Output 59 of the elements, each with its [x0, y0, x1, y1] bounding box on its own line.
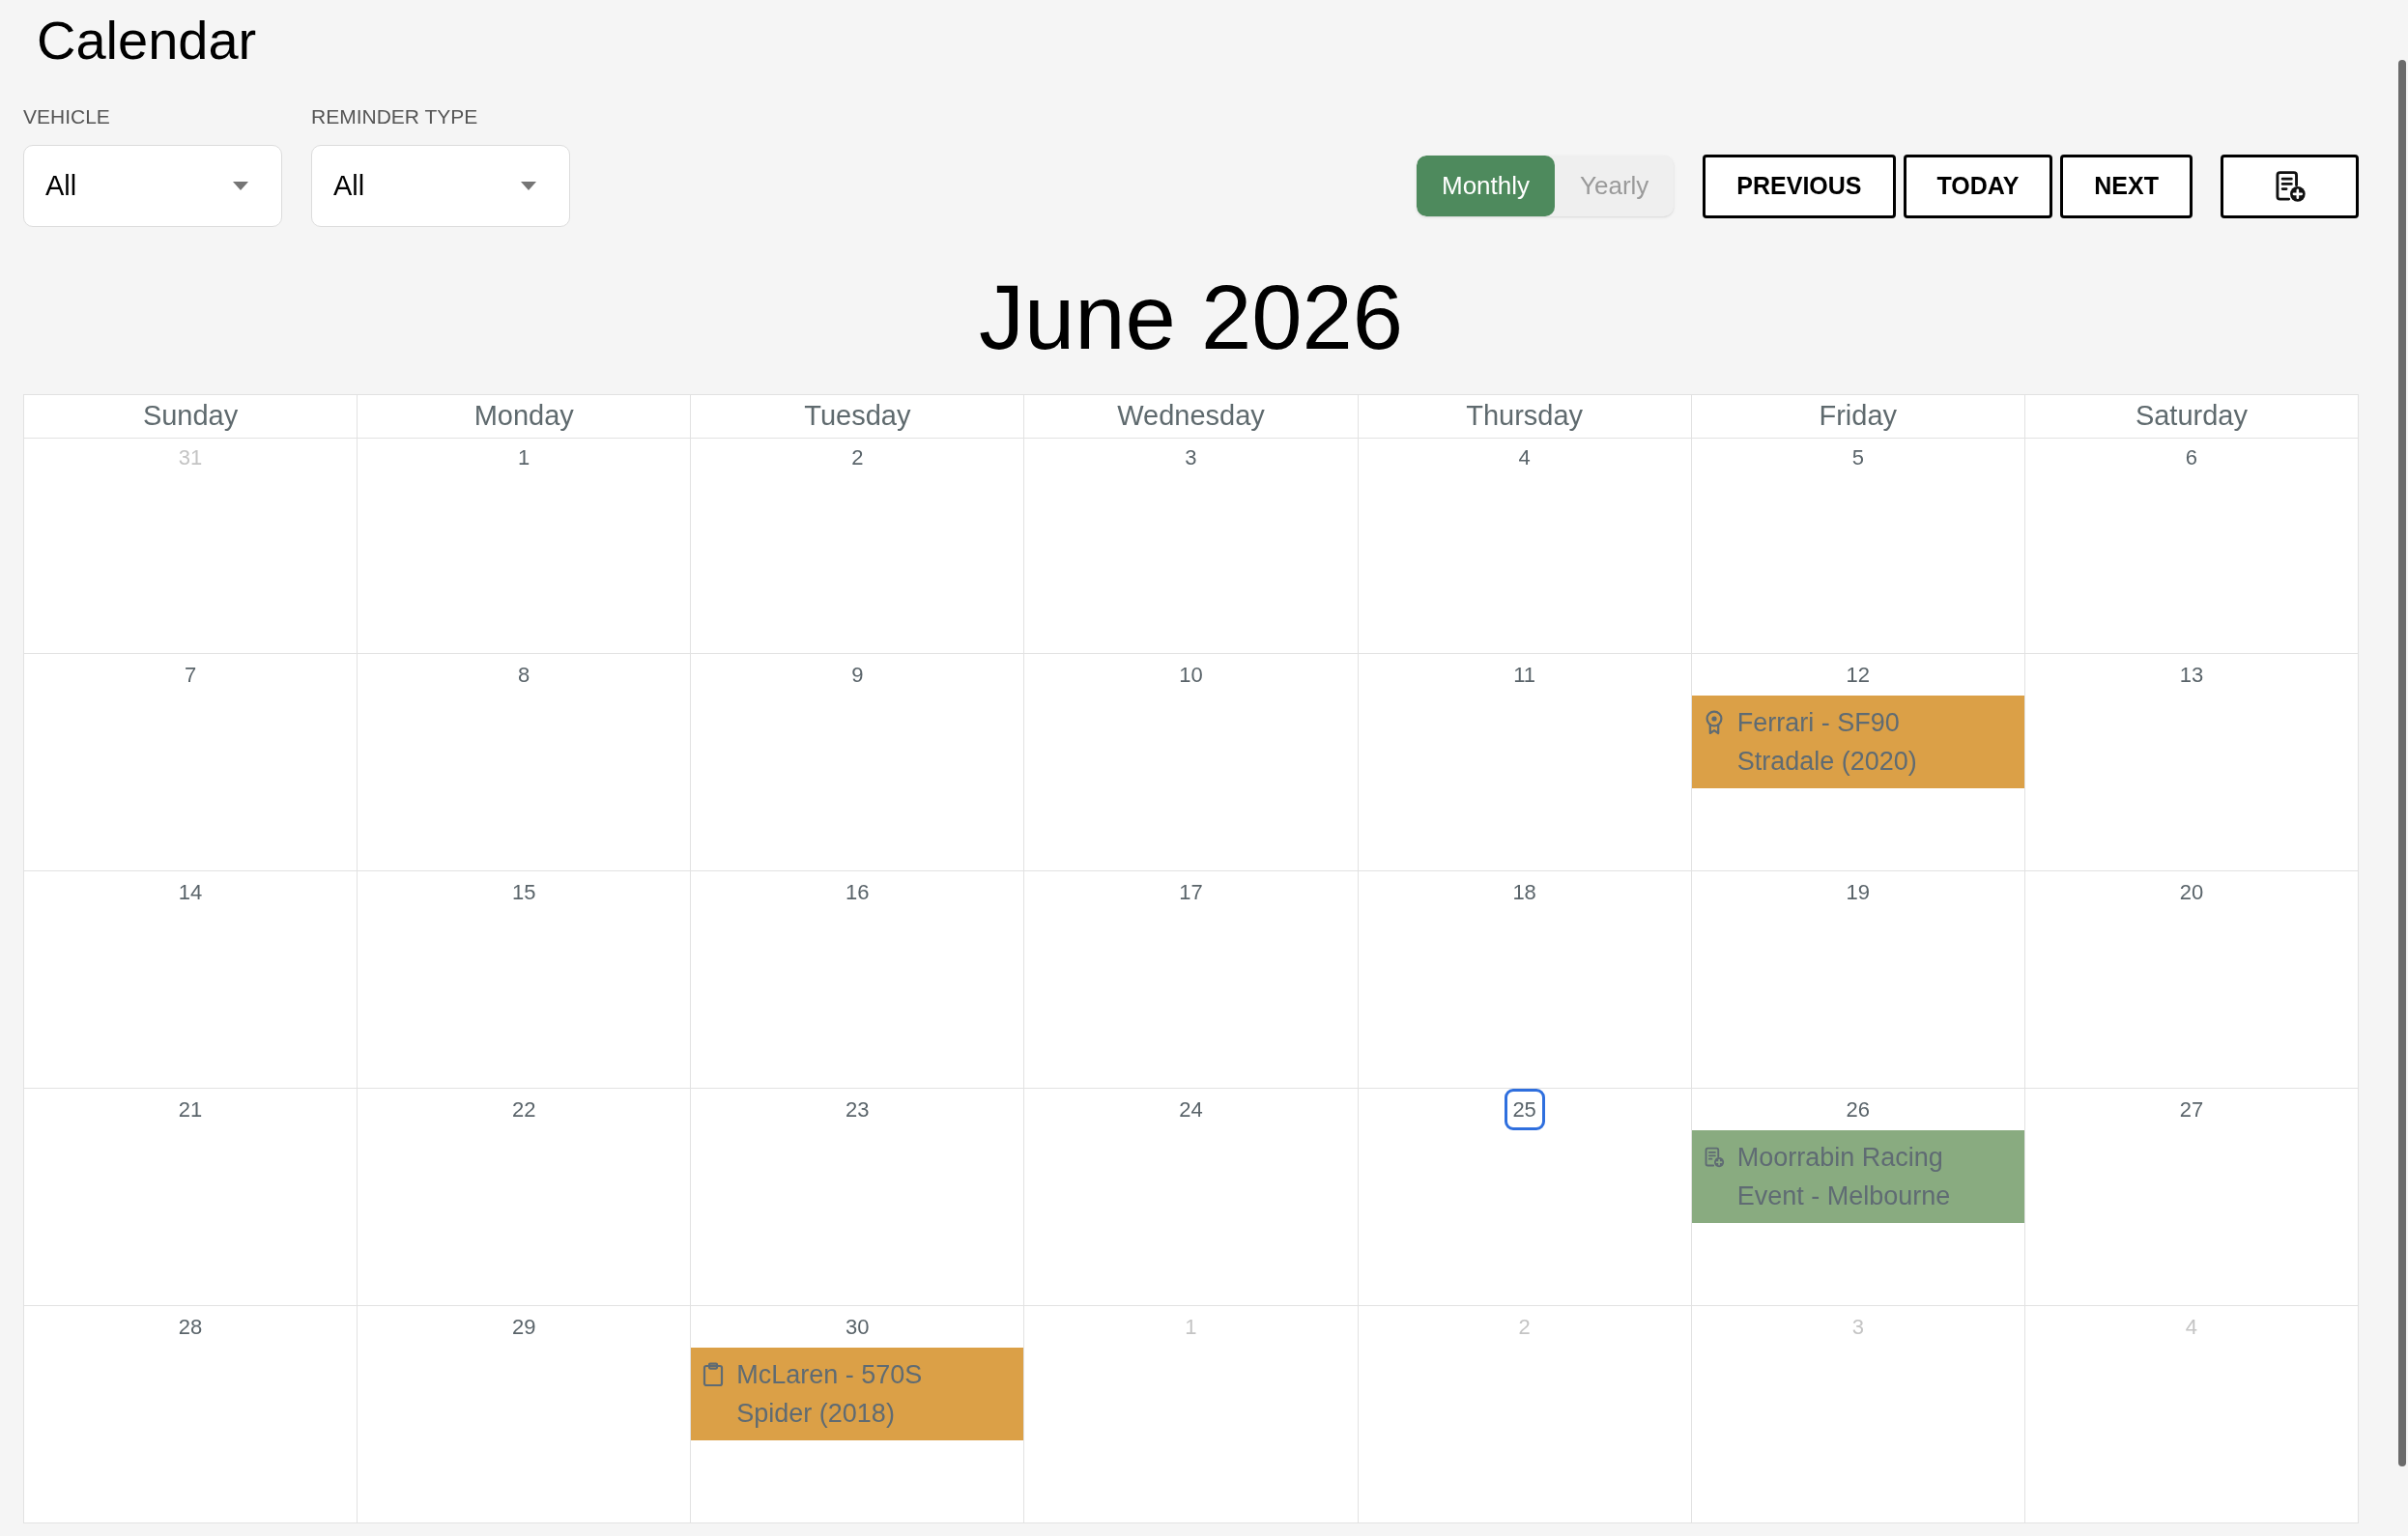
- day-number: 4: [1517, 444, 1532, 471]
- day-number: 29: [510, 1314, 537, 1341]
- month-title: June 2026: [978, 270, 1404, 366]
- caret-icon: [233, 182, 248, 190]
- day-number: 28: [177, 1314, 204, 1341]
- day-number: 6: [2184, 444, 2199, 471]
- day-number: 1: [517, 444, 531, 471]
- weekday-label: Monday: [473, 399, 574, 433]
- weekday-label: Friday: [1819, 399, 1898, 433]
- view-tab[interactable]: Monthly: [1417, 156, 1556, 216]
- filter-label: VEHICLE: [23, 105, 111, 128]
- day-number: 8: [517, 662, 531, 689]
- page-title: Calendar: [37, 10, 257, 71]
- day-number: 23: [845, 1096, 871, 1124]
- add-document-button[interactable]: [2221, 154, 2359, 218]
- weekday-label: Thursday: [1466, 399, 1584, 433]
- weekday-label: Tuesday: [804, 399, 911, 433]
- day-number: 27: [2178, 1096, 2205, 1124]
- day-number: 10: [1178, 662, 1204, 689]
- day-number: 17: [1178, 879, 1204, 906]
- select-dropdown[interactable]: All: [311, 145, 570, 227]
- day-number: 14: [177, 879, 204, 906]
- weekday-label: Sunday: [142, 399, 239, 433]
- day-number: 18: [1511, 879, 1537, 906]
- day-number: 7: [183, 662, 198, 689]
- day-number: 15: [510, 879, 537, 906]
- day-number: 1: [1184, 1314, 1198, 1341]
- day-number: 13: [2178, 662, 2205, 689]
- day-number: 11: [1512, 662, 1537, 689]
- day-number: 2: [850, 444, 865, 471]
- day-number: 9: [850, 662, 865, 689]
- nav-button[interactable]: NEXT: [2060, 154, 2193, 218]
- clipboard-icon: [702, 1362, 725, 1387]
- day-number: 3: [1850, 1314, 1865, 1341]
- day-number: 22: [510, 1096, 537, 1124]
- nav-button[interactable]: TODAY: [1903, 154, 2053, 218]
- scrollbar-thumb[interactable]: [2398, 60, 2406, 1466]
- select-dropdown[interactable]: All: [23, 145, 282, 227]
- day-number: 24: [1178, 1096, 1204, 1124]
- document-plus-icon: [2273, 169, 2307, 203]
- day-number: 16: [845, 879, 871, 906]
- caret-icon: [521, 182, 536, 190]
- document-plus-icon: [1703, 1145, 1725, 1170]
- day-number: 21: [177, 1096, 204, 1124]
- day-number: 19: [1845, 879, 1871, 906]
- filter-label: REMINDER TYPE: [311, 105, 479, 128]
- day-number: 4: [2184, 1314, 2199, 1341]
- day-number: 20: [2178, 879, 2205, 906]
- weekday-label: Wednesday: [1117, 399, 1265, 433]
- day-number: 30: [845, 1314, 871, 1341]
- day-number: 25: [1504, 1089, 1545, 1130]
- day-number: 3: [1184, 444, 1198, 471]
- weekday-label: Saturday: [2135, 399, 2248, 433]
- day-number: 26: [1845, 1096, 1871, 1124]
- day-number: 5: [1850, 444, 1865, 471]
- day-number: 2: [1517, 1314, 1532, 1341]
- day-number: 31: [177, 444, 204, 471]
- nav-button[interactable]: PREVIOUS: [1703, 154, 1896, 218]
- day-number: 12: [1845, 662, 1871, 689]
